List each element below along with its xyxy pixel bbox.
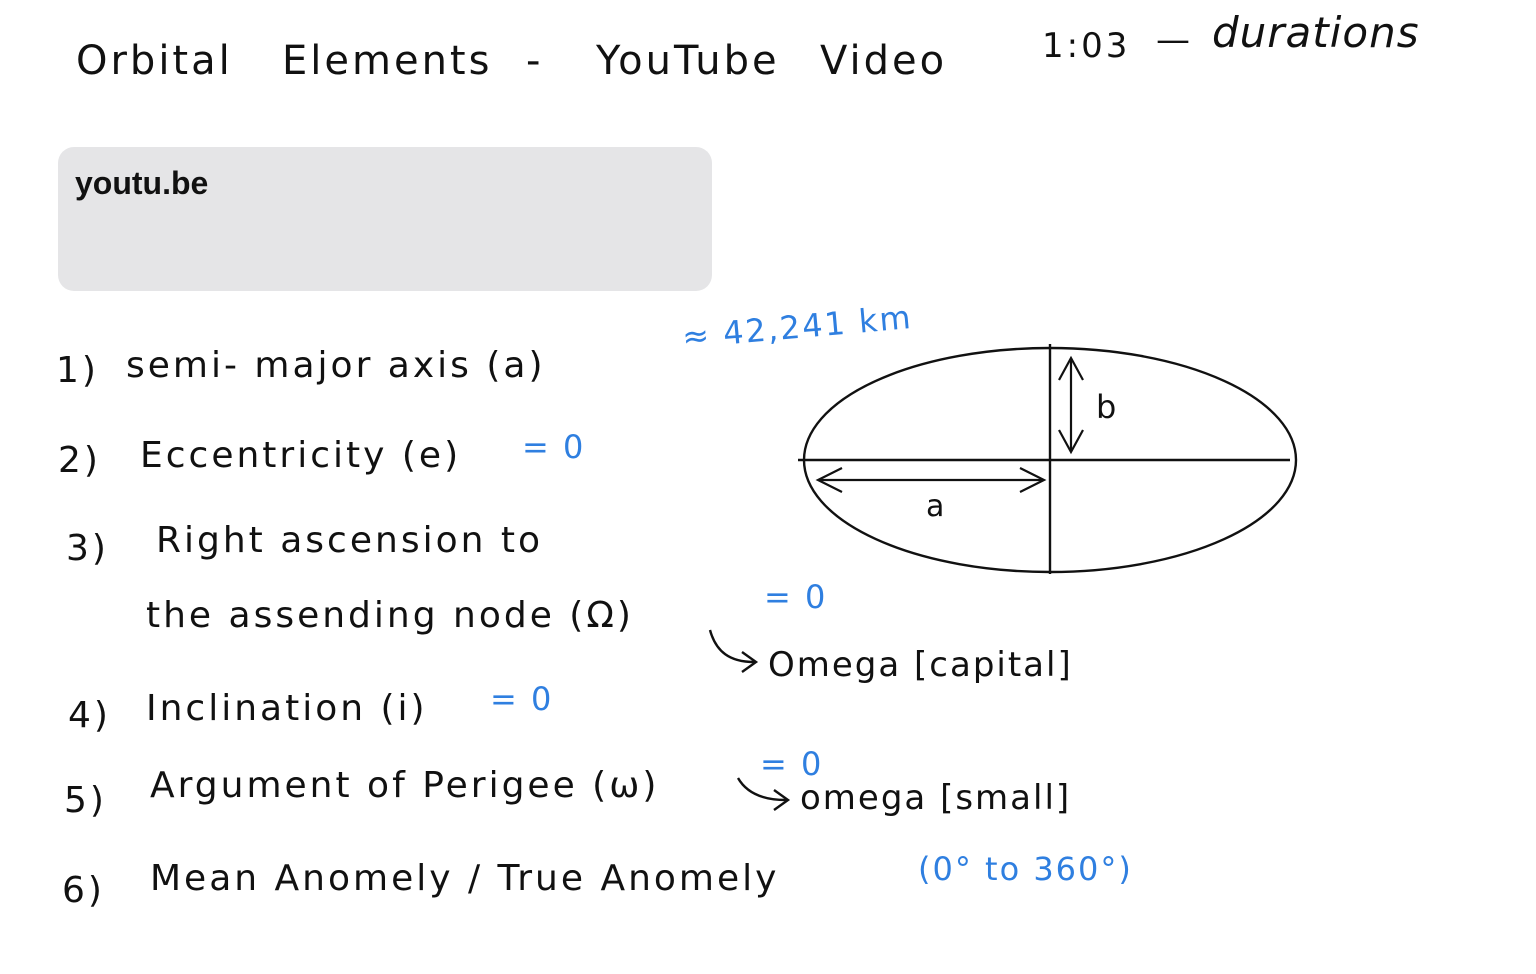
item-3-text: Right ascension to: [156, 520, 543, 561]
item-2-text: Eccentricity (e): [140, 435, 462, 476]
link-url-text: youtu.be: [75, 165, 209, 201]
title-word-youtube: YouTube: [596, 38, 780, 84]
semi-minor-arrow-icon: [1058, 355, 1084, 455]
omega-small-arrow-icon: [736, 777, 791, 811]
item-6-value: (0° to 360°): [918, 850, 1133, 888]
item-5-number: 5): [64, 780, 107, 821]
title-dash: -: [526, 38, 544, 84]
item-4-value: = 0: [490, 680, 554, 718]
label-b: b: [1096, 388, 1116, 426]
item-6-text: Mean Anomely / True Anomely: [150, 858, 780, 899]
omega-capital-arrow-icon: [708, 629, 759, 673]
item-5-note: omega [small]: [800, 778, 1072, 818]
item-3-number: 3): [66, 528, 109, 569]
title-word-orbital: Orbital: [76, 38, 233, 84]
item-4-text: Inclination (i): [146, 688, 428, 729]
title-word-elements: Elements: [282, 38, 493, 84]
item-5-text: Argument of Perigee (ω): [150, 765, 660, 806]
link-card[interactable]: youtu.be: [58, 147, 712, 291]
duration-separator: —: [1156, 20, 1193, 60]
item-6-number: 6): [62, 870, 105, 911]
title-word-video: Video: [820, 38, 948, 84]
ellipse-diagram: a b: [798, 344, 1298, 574]
item-1-number: 1): [56, 350, 99, 391]
item-2-number: 2): [58, 440, 101, 481]
duration-label: durations: [1212, 8, 1420, 57]
label-a: a: [926, 489, 944, 524]
item-3-note: Omega [capital]: [768, 645, 1073, 685]
item-4-number: 4): [68, 695, 111, 736]
item-1-text: semi- major axis (a): [126, 345, 546, 386]
item-2-value: = 0: [522, 428, 586, 466]
duration-value: 1:03: [1042, 26, 1131, 66]
item-3-text-line2: the assending node (Ω): [146, 595, 634, 636]
